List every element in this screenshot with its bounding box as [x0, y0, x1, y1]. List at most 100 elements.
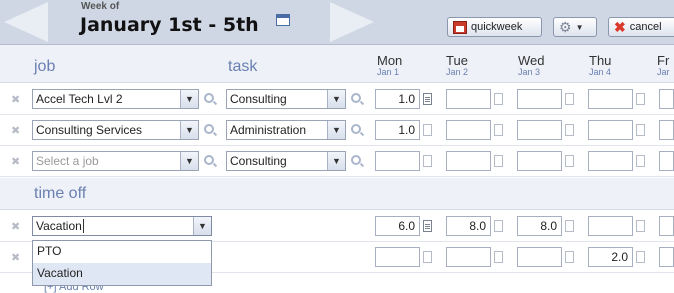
day-date: Jan 2 [446, 67, 469, 77]
quickweek-button[interactable]: quickweek [447, 17, 542, 37]
note-icon[interactable] [423, 220, 432, 232]
hours-input-thu[interactable] [588, 216, 633, 236]
job-select[interactable]: Select a job ▼ [32, 151, 199, 171]
column-header-row [0, 45, 674, 83]
note-icon[interactable] [494, 124, 503, 136]
search-icon[interactable] [351, 93, 361, 103]
task-select[interactable]: Consulting ▼ [226, 89, 346, 109]
note-icon[interactable] [636, 251, 645, 263]
task-select[interactable]: Administration ▼ [226, 120, 346, 140]
job-select[interactable]: Consulting Services ▼ [32, 120, 199, 140]
hours-input-thu[interactable]: 2.0 [588, 247, 633, 267]
note-icon[interactable] [423, 251, 432, 263]
note-icon[interactable] [423, 155, 432, 167]
cancel-label: cancel [629, 21, 662, 33]
dropdown-option-vacation[interactable]: Vacation [33, 263, 211, 285]
day-name: Wed [518, 53, 545, 68]
quickweek-icon [453, 20, 467, 34]
hours-input-tue[interactable] [446, 89, 491, 109]
hours-input-tue[interactable] [446, 120, 491, 140]
chevron-down-icon[interactable]: ▼ [180, 152, 198, 170]
job-select-value: Consulting Services [36, 123, 143, 137]
hours-input-mon[interactable] [375, 247, 420, 267]
hours-input-fri[interactable] [659, 216, 674, 236]
job-select[interactable]: Accel Tech Lvl 2 ▼ [32, 89, 199, 109]
note-icon[interactable] [494, 155, 503, 167]
day-date: Jan 4 [589, 67, 612, 77]
delete-row-icon[interactable]: ✖ [11, 93, 20, 106]
note-icon[interactable] [565, 251, 574, 263]
gear-icon: ⚙ [559, 19, 572, 35]
search-icon[interactable] [204, 124, 214, 134]
hours-input-tue[interactable] [446, 151, 491, 171]
day-header-tue: Tue Jan 2 [446, 53, 468, 77]
delete-row-icon[interactable]: ✖ [11, 220, 20, 233]
next-week-arrow[interactable] [330, 2, 374, 42]
hours-input-thu[interactable] [588, 151, 633, 171]
job-select-value: Accel Tech Lvl 2 [36, 92, 123, 106]
search-icon[interactable] [204, 155, 214, 165]
day-header-mon: Mon Jan 1 [377, 53, 402, 77]
hours-input-wed[interactable] [517, 120, 562, 140]
note-icon[interactable] [565, 220, 574, 232]
prev-week-arrow[interactable] [4, 2, 48, 42]
job-column-label: job [34, 58, 56, 75]
time-off-type-select[interactable]: Vacation ▼ [32, 216, 212, 236]
chevron-down-icon[interactable]: ▼ [327, 121, 345, 139]
day-date: Jan 3 [518, 67, 541, 77]
chevron-down-icon[interactable]: ▼ [327, 152, 345, 170]
cancel-button[interactable]: ✖ cancel [608, 17, 674, 37]
hours-input-wed[interactable] [517, 89, 562, 109]
hours-input-tue[interactable]: 8.0 [446, 216, 491, 236]
hours-input-mon[interactable] [375, 151, 420, 171]
chevron-down-icon[interactable]: ▼ [180, 121, 198, 139]
note-icon[interactable] [565, 155, 574, 167]
hours-input-wed[interactable] [517, 247, 562, 267]
day-header-fri: Fr Jar [657, 53, 670, 77]
note-icon[interactable] [423, 124, 432, 136]
search-icon[interactable] [351, 124, 361, 134]
note-icon[interactable] [494, 93, 503, 105]
hours-input-wed[interactable]: 8.0 [517, 216, 562, 236]
close-icon: ✖ [614, 19, 626, 35]
hours-input-fri[interactable] [659, 120, 674, 140]
hours-input-thu[interactable] [588, 120, 633, 140]
chevron-down-icon[interactable]: ▼ [193, 217, 211, 235]
note-icon[interactable] [565, 93, 574, 105]
note-icon[interactable] [636, 220, 645, 232]
calendar-icon[interactable] [276, 14, 290, 26]
hours-input-fri[interactable] [659, 151, 674, 171]
hours-input-mon[interactable]: 1.0 [375, 89, 420, 109]
day-date: Jan 1 [377, 67, 400, 77]
note-icon[interactable] [636, 124, 645, 136]
timesheet-row: ✖ Consulting Services ▼ Administration ▼… [0, 115, 674, 146]
note-icon[interactable] [494, 220, 503, 232]
hours-input-fri[interactable] [659, 89, 674, 109]
task-select[interactable]: Consulting ▼ [226, 151, 346, 171]
hours-input-fri[interactable] [659, 247, 674, 267]
delete-row-icon[interactable]: ✖ [11, 251, 20, 264]
chevron-down-icon[interactable]: ▼ [327, 90, 345, 108]
week-header: Week of January 1st - 5th quickweek ⚙ ▼ … [0, 0, 674, 45]
day-header-wed: Wed Jan 3 [518, 53, 545, 77]
job-select-placeholder: Select a job [36, 154, 99, 168]
chevron-down-icon[interactable]: ▼ [180, 90, 198, 108]
note-icon[interactable] [636, 155, 645, 167]
note-icon[interactable] [423, 93, 432, 105]
hours-input-mon[interactable]: 6.0 [375, 216, 420, 236]
note-icon[interactable] [565, 124, 574, 136]
delete-row-icon[interactable]: ✖ [11, 124, 20, 137]
hours-input-mon[interactable]: 1.0 [375, 120, 420, 140]
timesheet-row: ✖ Select a job ▼ Consulting ▼ [0, 146, 674, 177]
note-icon[interactable] [636, 93, 645, 105]
search-icon[interactable] [204, 93, 214, 103]
hours-input-wed[interactable] [517, 151, 562, 171]
search-icon[interactable] [351, 155, 361, 165]
note-icon[interactable] [494, 251, 503, 263]
hours-input-tue[interactable] [446, 247, 491, 267]
settings-menu-button[interactable]: ⚙ ▼ [553, 17, 597, 37]
task-select-value: Administration [230, 123, 307, 137]
hours-input-thu[interactable] [588, 89, 633, 109]
dropdown-option-pto[interactable]: PTO [33, 241, 211, 263]
delete-row-icon[interactable]: ✖ [11, 155, 20, 168]
